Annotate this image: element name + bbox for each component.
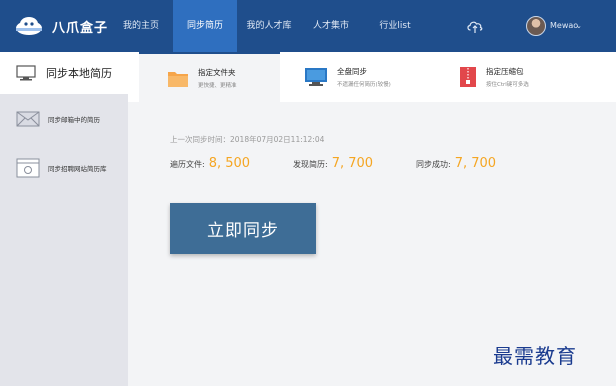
sidebar-item-label: 同步邮箱中的简历 [48,116,100,124]
last-sync-info: 上一次同步时间：2018年07月02日11:12:04 [170,134,324,145]
user-avatar[interactable] [526,16,546,36]
monitor-icon [305,68,327,86]
nav-item-talent-pool[interactable]: 我的人才库 [240,0,298,52]
sidebar-item-label: 同步招聘网站简历库 [48,165,107,173]
envelope-icon [16,111,40,127]
mascot-logo-icon [16,17,42,35]
stat-label: 遍历文件: [170,160,205,169]
tab-subtitle: 按住Ctrl键可多选 [486,82,529,88]
zip-file-icon [460,67,476,87]
tab-full-disk-sync[interactable]: 全盘同步 不遗漏任何简历(较慢) [304,52,444,102]
tab-title: 指定压缩包 [486,67,524,76]
tab-title: 指定文件夹 [198,68,236,77]
main-content: 指定文件夹 更快捷、更精准 全盘同步 不遗漏任何简历(较慢) 指定压缩包 按住C… [128,52,616,386]
sync-now-button[interactable]: 立即同步 [170,203,316,254]
cloud-upload-icon[interactable] [466,18,484,34]
sidebar-item-job-site-sync[interactable]: 同步招聘网站简历库 [16,158,107,178]
stat-files-scanned: 遍历文件: 8, 500 [170,156,250,171]
sidebar-item-label: 同步本地简历 [46,67,112,80]
nav-item-home[interactable]: 我的主页 [112,0,170,52]
monitor-icon [16,65,36,81]
nav-item-sync-resume[interactable]: 同步简历 [173,0,237,52]
tab-subtitle: 更快捷、更精准 [198,83,237,89]
sidebar-item-local-sync[interactable]: 同步本地简历 [0,52,128,94]
tab-subtitle: 不遗漏任何简历(较慢) [337,82,391,88]
last-sync-time: 2018年07月02日11:12:04 [230,135,325,144]
browser-icon [16,158,40,178]
watermark-logo: 最需教育 [493,344,577,368]
stat-value: 7, 700 [454,156,497,171]
sidebar: 同步本地简历 同步邮箱中的简历 同步招聘网站简历库 [0,52,128,386]
stat-value: 7, 700 [331,156,374,171]
tab-title: 全盘同步 [337,67,367,76]
stat-label: 同步成功: [416,160,451,169]
nav-item-industry-list[interactable]: 行业list [368,0,422,52]
last-sync-label: 上一次同步时间： [170,135,230,144]
stat-value: 8, 500 [208,156,251,171]
stat-label: 发现简历: [293,160,328,169]
brand-logo[interactable]: 八爪盒子 [14,0,108,52]
chevron-down-icon[interactable]: ⌄ [576,22,582,30]
stat-sync-success: 同步成功: 7, 700 [416,156,496,171]
tab-specify-folder[interactable]: 指定文件夹 更快捷、更精准 [139,52,280,102]
sidebar-item-email-sync[interactable]: 同步邮箱中的简历 [16,111,100,127]
username[interactable]: Mewao [550,0,578,52]
tab-specify-archive[interactable]: 指定压缩包 按住Ctrl键可多选 [459,52,599,102]
top-nav-bar: 八爪盒子 我的主页 同步简历 我的人才库 人才集市 行业list Mewao ⌄ [0,0,616,52]
brand-name: 八爪盒子 [52,20,109,36]
nav-item-talent-market[interactable]: 人才集市 [304,0,358,52]
sync-mode-tabs: 指定文件夹 更快捷、更精准 全盘同步 不遗漏任何简历(较慢) 指定压缩包 按住C… [128,52,616,102]
folder-icon [168,71,188,87]
stat-resumes-found: 发现简历: 7, 700 [293,156,373,171]
